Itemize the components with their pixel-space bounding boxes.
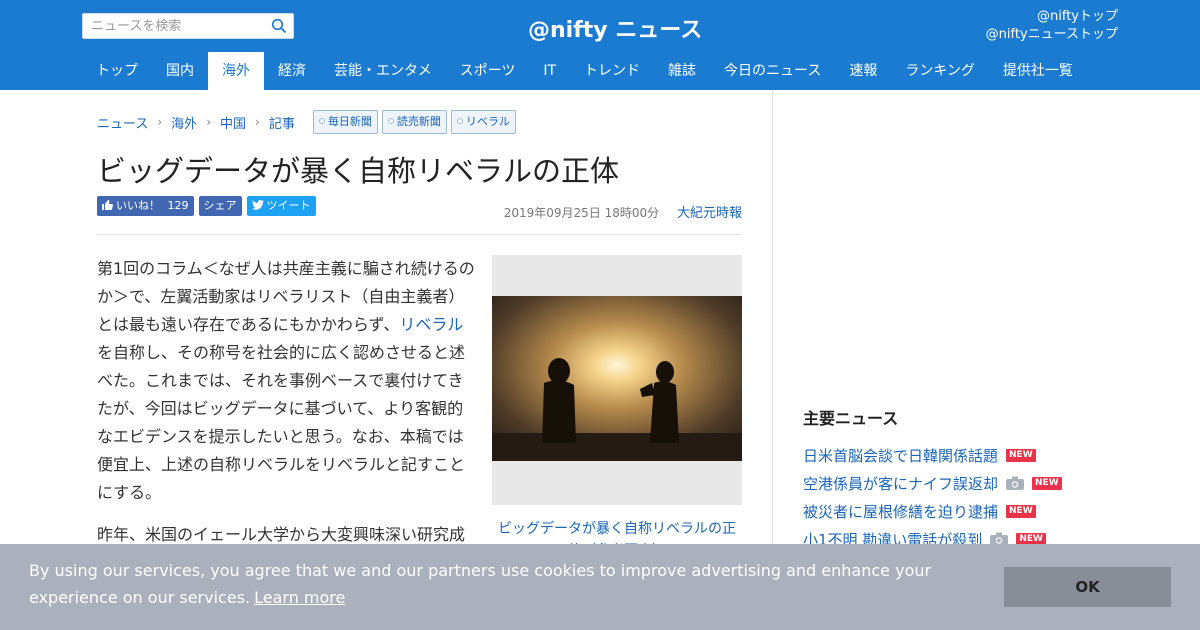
share-button[interactable]: シェア (198, 196, 242, 216)
article-meta: 2019年09月25日 18時00分 大紀元時報 (504, 202, 742, 221)
new-badge: NEW (1006, 448, 1036, 462)
list-item: 空港係員が客にナイフ誤返却 NEW (803, 469, 1133, 497)
nav-item-sports[interactable]: スポーツ (446, 52, 530, 90)
chevron-right-icon: › (206, 115, 211, 129)
camera-icon (1006, 476, 1025, 490)
chevron-right-icon: › (157, 115, 163, 129)
nav-item-overseas[interactable]: 海外 (208, 52, 264, 90)
list-item: 被災者に屋根修繕を迫り逮捕 NEW (803, 497, 1133, 525)
like-count: 129 (167, 199, 189, 212)
tag-dot-icon (456, 118, 463, 124)
new-badge: NEW (1032, 476, 1062, 490)
breadcrumb-china[interactable]: 中国 (220, 113, 246, 132)
list-item: 日米首脳会談で日韓関係話題 NEW (803, 441, 1133, 469)
nav-item-magazine[interactable]: 雑誌 (654, 52, 710, 90)
top-links: @niftyトップ @niftyニューストップ (986, 8, 1118, 44)
twitter-bird-icon (251, 200, 264, 210)
tag-list: 毎日新聞 読売新聞 リベラル (312, 110, 520, 134)
site-logo[interactable]: @nifty ニュース (528, 12, 702, 44)
search-box (82, 13, 294, 39)
like-button[interactable]: いいね！ 129 (97, 196, 194, 216)
search-input[interactable] (83, 14, 263, 38)
tweet-button[interactable]: ツイート (246, 196, 316, 216)
nav-item-it[interactable]: IT (529, 52, 570, 90)
share-buttons: いいね！ 129 シェア ツイート (97, 196, 321, 216)
breadcrumb: ニュース › 海外 › 中国 › 記事 毎日新聞 読売新聞 リベラル (97, 110, 520, 134)
cookie-message: By using our services, you agree that we… (29, 561, 932, 607)
breadcrumb-overseas[interactable]: 海外 (171, 113, 197, 132)
tag-yomiuri[interactable]: 読売新聞 (381, 110, 447, 134)
nav-item-entertainment[interactable]: 芸能・エンタメ (320, 52, 446, 90)
learn-more-link[interactable]: Learn more (254, 588, 345, 607)
article-photo[interactable] (492, 255, 742, 505)
nav-item-today[interactable]: 今日のニュース (710, 52, 835, 90)
nifty-top-link[interactable]: @niftyトップ (986, 8, 1118, 26)
nav-item-ranking[interactable]: ランキング (891, 52, 989, 90)
liberal-link[interactable]: リベラル (399, 315, 463, 334)
tag-dot-icon (318, 118, 325, 124)
tag-dot-icon (387, 118, 394, 124)
header-divider (97, 234, 742, 235)
thumbs-up-icon (102, 200, 113, 210)
chevron-right-icon: › (255, 115, 260, 129)
article-source-link[interactable]: 大紀元時報 (677, 206, 742, 221)
breadcrumb-article[interactable]: 記事 (269, 113, 295, 132)
tag-liberal[interactable]: リベラル (450, 110, 516, 134)
main-news-list: 日米首脳会談で日韓関係話題 NEW 空港係員が客にナイフ誤返却 NEW 被災者に… (803, 441, 1133, 553)
category-nav: トップ 国内 海外 経済 芸能・エンタメ スポーツ IT トレンド 雑誌 今日の… (82, 52, 1087, 90)
sidebar-heading: 主要ニュース (803, 409, 899, 428)
article-paragraph: 第1回のコラム＜なぜ人は共産主義に騙され続けるのか＞で、左翼活動家はリベラリスト… (97, 259, 475, 502)
news-link[interactable]: 日米首脳会談で日韓関係話題 (803, 445, 998, 466)
breadcrumb-news[interactable]: ニュース (97, 113, 148, 132)
cookie-banner: By using our services, you agree that we… (0, 544, 1200, 630)
main-news-sidebar: 主要ニュース 日米首脳会談で日韓関係話題 NEW 空港係員が客にナイフ誤返却 N… (803, 405, 1133, 553)
sunset-silhouette-photo (492, 296, 742, 461)
nav-item-domestic[interactable]: 国内 (152, 52, 208, 90)
nav-item-breaking[interactable]: 速報 (835, 52, 891, 90)
article-title: ビッグデータが暴く自称リベラルの正体 (97, 154, 620, 188)
nav-item-economy[interactable]: 経済 (264, 52, 320, 90)
article-body: 第1回のコラム＜なぜ人は共産主義に騙され続けるのか＞で、左翼活動家はリベラリスト… (97, 255, 477, 563)
search-icon[interactable] (271, 18, 287, 34)
new-badge: NEW (1006, 504, 1036, 518)
news-link[interactable]: 空港係員が客にナイフ誤返却 (803, 473, 998, 494)
nav-item-top[interactable]: トップ (82, 52, 152, 90)
nav-item-providers[interactable]: 提供社一覧 (989, 52, 1087, 90)
cookie-ok-button[interactable]: OK (1004, 567, 1171, 607)
nav-item-trend[interactable]: トレンド (570, 52, 654, 90)
news-link[interactable]: 被災者に屋根修繕を迫り逮捕 (803, 501, 998, 522)
tag-mainichi[interactable]: 毎日新聞 (312, 110, 378, 134)
article-date: 2019年09月25日 18時00分 (503, 206, 660, 220)
nifty-news-top-link[interactable]: @niftyニューストップ (986, 26, 1118, 44)
site-header: @nifty ニュース @niftyトップ @niftyニューストップ トップ … (0, 0, 1200, 90)
